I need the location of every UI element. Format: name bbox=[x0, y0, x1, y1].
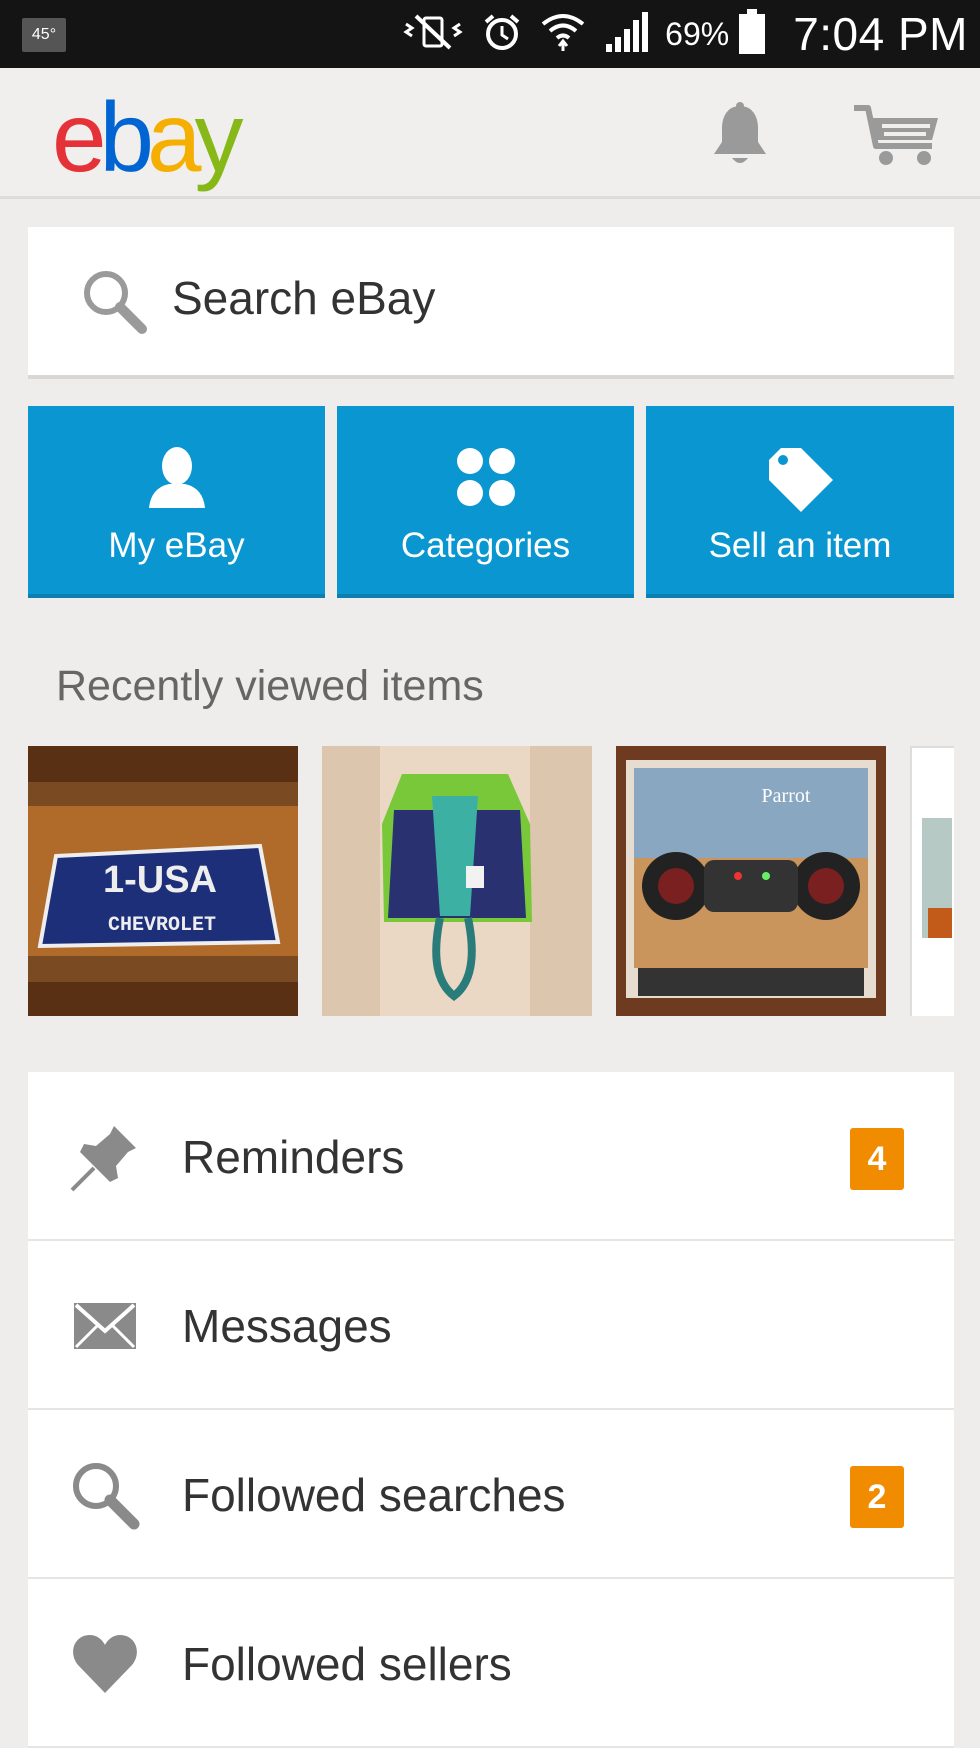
account-menu: Reminders 4 Messages Followed searches 2… bbox=[28, 1072, 954, 1748]
categories-button[interactable]: Categories bbox=[337, 406, 634, 598]
search-icon bbox=[70, 1460, 140, 1530]
sell-an-item-label: Sell an item bbox=[708, 526, 892, 565]
pin-icon bbox=[70, 1122, 140, 1192]
recent-item-drone[interactable]: Parrot bbox=[616, 746, 886, 1016]
grid-dots-icon bbox=[337, 446, 634, 516]
menu-label-reminders: Reminders bbox=[182, 1131, 405, 1183]
temperature-indicator: 45° bbox=[22, 18, 66, 52]
battery-icon bbox=[738, 8, 766, 60]
menu-item-followed-searches[interactable]: Followed searches 2 bbox=[28, 1410, 954, 1579]
notifications-bell-icon[interactable] bbox=[708, 102, 772, 173]
search-placeholder: Search eBay bbox=[172, 272, 436, 324]
recently-viewed-carousel[interactable]: 1-USA CHEVROLET Parrot bbox=[28, 746, 954, 1016]
heart-icon bbox=[70, 1629, 140, 1699]
ebay-logo[interactable]: ebay bbox=[52, 88, 244, 186]
alarm-icon bbox=[482, 12, 522, 57]
menu-label-messages: Messages bbox=[182, 1300, 392, 1352]
logo-letter-e: e bbox=[52, 82, 106, 192]
my-ebay-label: My eBay bbox=[108, 526, 245, 565]
mute-vibrate-icon bbox=[402, 12, 464, 57]
recent-item-partial[interactable] bbox=[910, 746, 954, 1016]
logo-letter-y: y bbox=[194, 82, 244, 192]
logo-letter-a: a bbox=[147, 82, 201, 192]
menu-item-reminders[interactable]: Reminders 4 bbox=[28, 1072, 954, 1241]
drone-box-brand: Parrot bbox=[762, 785, 811, 807]
sell-an-item-button[interactable]: Sell an item bbox=[646, 406, 954, 598]
person-icon bbox=[28, 446, 325, 516]
reminders-count-badge: 4 bbox=[850, 1128, 904, 1190]
envelope-icon bbox=[70, 1291, 140, 1361]
recent-item-license-plate[interactable]: 1-USA CHEVROLET bbox=[28, 746, 298, 1016]
menu-label-followed-searches: Followed searches bbox=[182, 1469, 566, 1521]
search-bar[interactable]: Search eBay bbox=[28, 227, 954, 379]
battery-percentage: 69% bbox=[665, 15, 730, 52]
app-header: ebay bbox=[0, 68, 980, 199]
status-bar: 45° 69% 7:04 PM bbox=[0, 0, 980, 68]
wifi-icon bbox=[540, 12, 586, 57]
plate-text-usa: 1-USA bbox=[103, 859, 217, 901]
cart-icon[interactable] bbox=[852, 102, 942, 173]
clock: 7:04 PM bbox=[793, 8, 968, 60]
recent-item-swim-vest[interactable] bbox=[322, 746, 592, 1016]
categories-label: Categories bbox=[400, 526, 571, 565]
signal-icon bbox=[604, 10, 652, 59]
quick-actions: My eBay Categories Sell an item bbox=[28, 406, 954, 598]
my-ebay-button[interactable]: My eBay bbox=[28, 406, 325, 598]
search-icon bbox=[80, 267, 150, 342]
plate-text-chevrolet: CHEVROLET bbox=[108, 914, 216, 937]
menu-item-followed-sellers[interactable]: Followed sellers bbox=[28, 1579, 954, 1748]
followed-searches-count-badge: 2 bbox=[850, 1466, 904, 1528]
menu-label-followed-sellers: Followed sellers bbox=[182, 1638, 512, 1690]
recently-viewed-heading: Recently viewed items bbox=[56, 662, 484, 710]
logo-letter-b: b bbox=[99, 82, 154, 192]
menu-item-messages[interactable]: Messages bbox=[28, 1241, 954, 1410]
tag-icon bbox=[646, 446, 954, 516]
status-icons: 69% 7:04 PM bbox=[393, 0, 980, 68]
